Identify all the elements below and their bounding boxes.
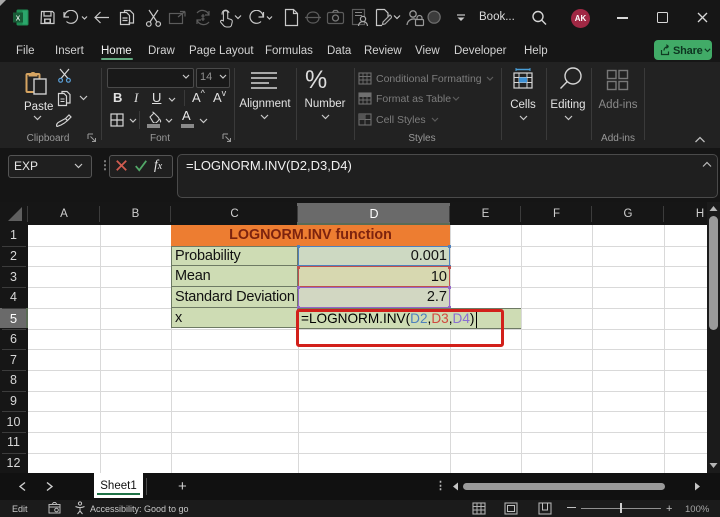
svg-text:x: x bbox=[16, 13, 21, 23]
